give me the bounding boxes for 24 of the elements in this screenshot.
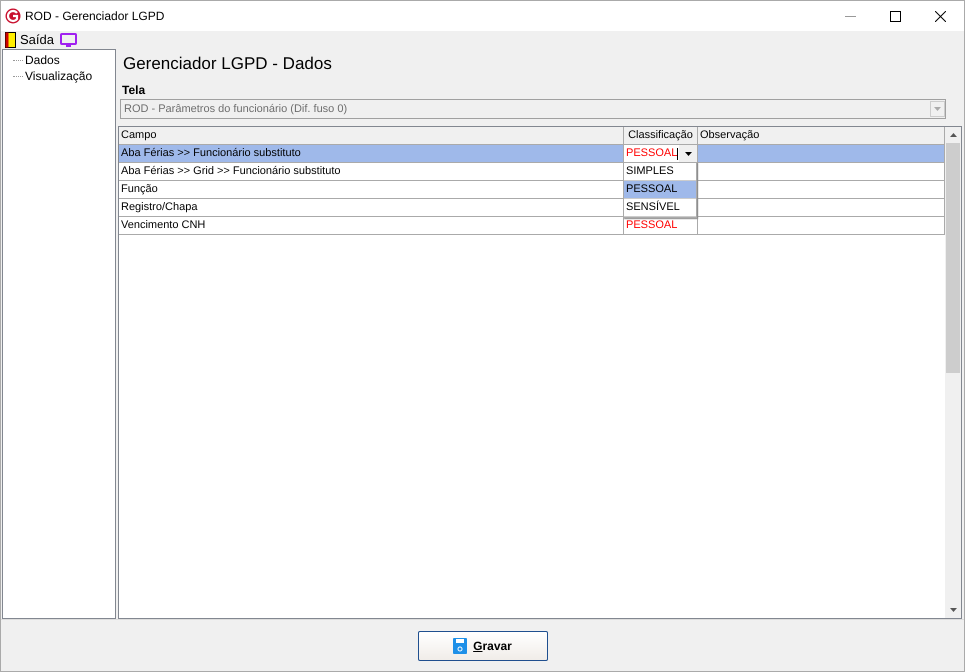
classification-combo[interactable]: PESSOAL xyxy=(624,145,697,162)
dropdown-option[interactable]: PESSOAL xyxy=(624,181,696,199)
scroll-down-icon[interactable] xyxy=(950,608,956,612)
save-button[interactable]: Gravar xyxy=(418,630,548,660)
scroll-up-icon[interactable] xyxy=(950,133,956,137)
dropdown-option[interactable]: SIMPLES xyxy=(624,163,696,181)
text-cursor xyxy=(677,148,678,160)
monitor-icon[interactable] xyxy=(60,32,77,48)
dropdown-arrow-icon[interactable] xyxy=(684,152,692,156)
scrollbar[interactable] xyxy=(945,127,961,618)
field-label: Tela xyxy=(122,82,146,99)
menu-item[interactable]: Saída xyxy=(20,30,54,50)
table-cell: Vencimento CNH xyxy=(119,217,624,235)
table-cell-text: PESSOAL xyxy=(625,218,678,234)
maximize-icon[interactable] xyxy=(890,10,901,22)
tree-item[interactable]: Visualização xyxy=(25,67,92,85)
app-logo-icon xyxy=(5,8,21,24)
dropdown-option[interactable]: SENSÍVEL xyxy=(624,199,696,217)
grid-row[interactable]: Vencimento CNH PESSOAL xyxy=(119,217,945,235)
door-icon xyxy=(5,32,16,48)
page-heading: Gerenciador LGPD - Dados xyxy=(123,53,333,75)
window-title: ROD - Gerenciador LGPD xyxy=(25,8,164,25)
close-icon[interactable] xyxy=(935,10,946,22)
tree-item[interactable]: Dados xyxy=(25,51,60,69)
